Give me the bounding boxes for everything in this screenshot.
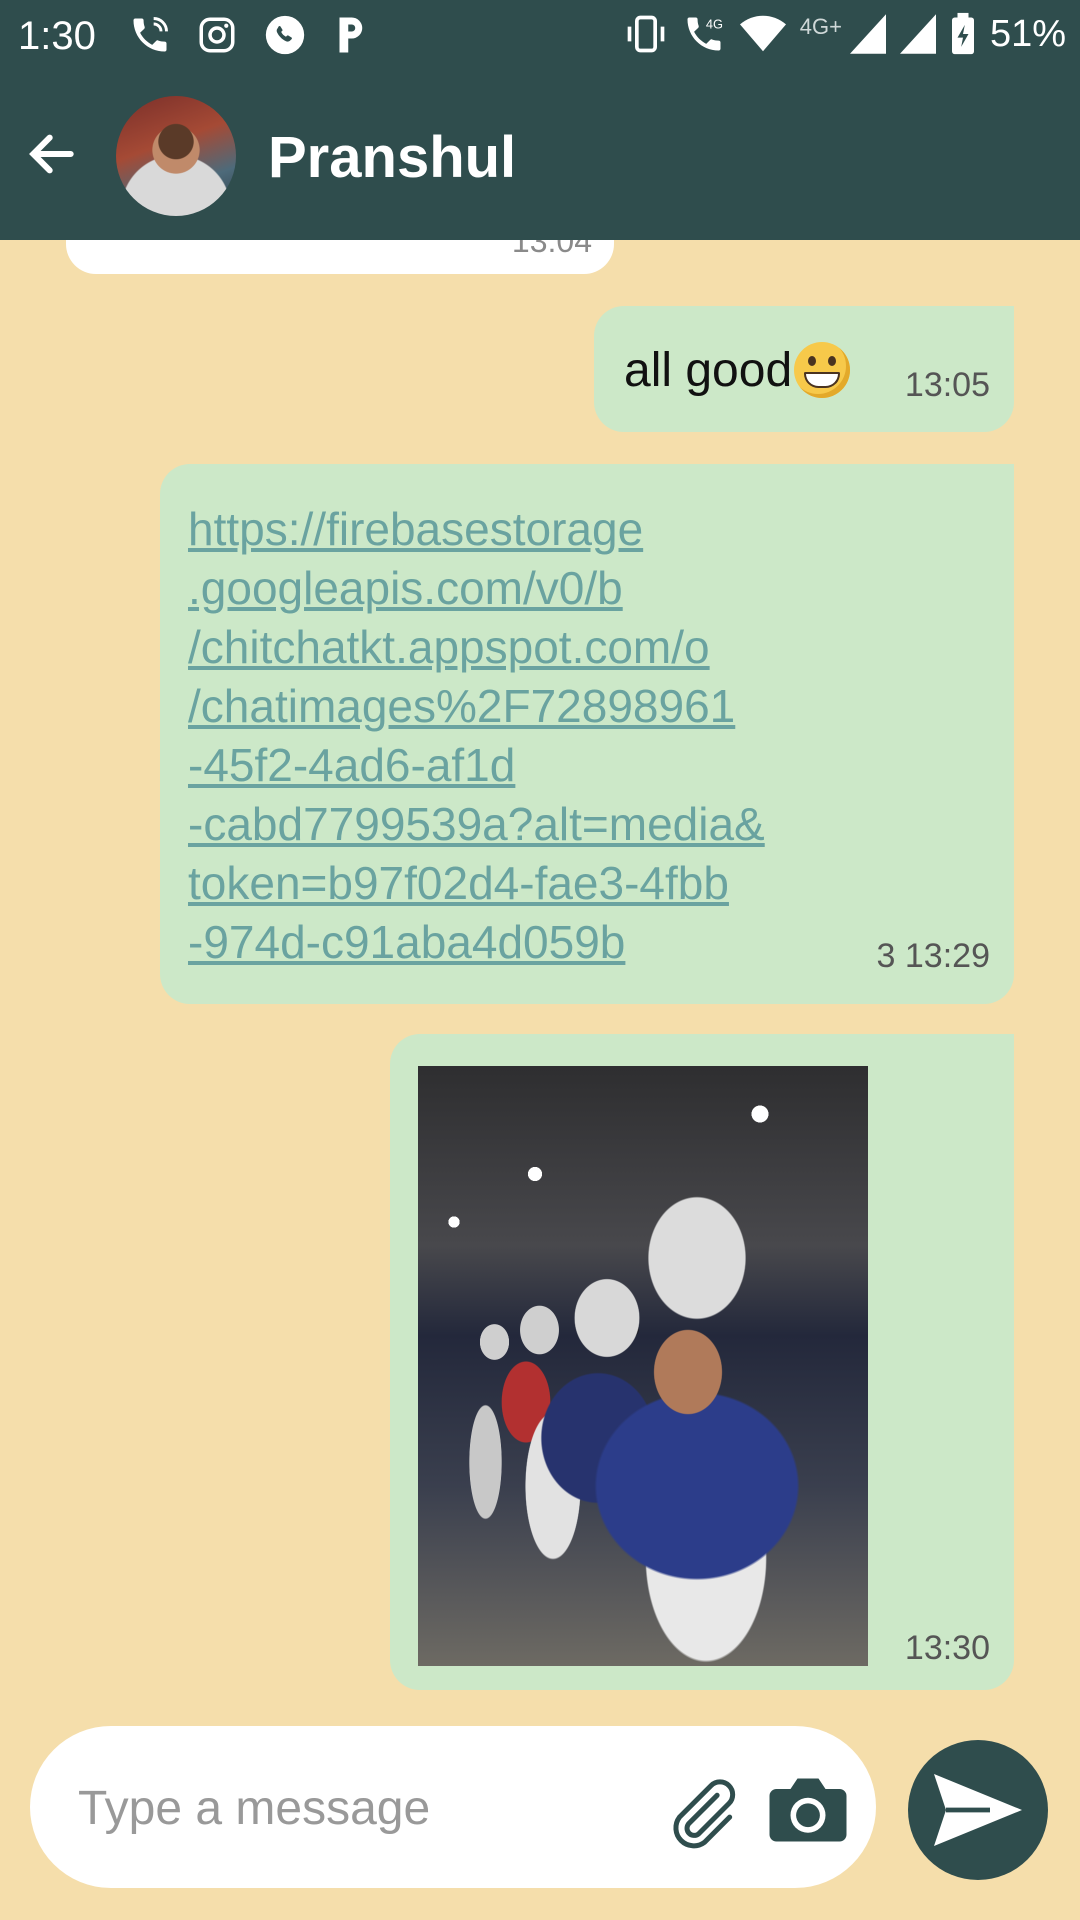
sent-image-bubble[interactable]: 13:30 [390, 1034, 1014, 1690]
link-line: -974d-c91aba4d059b [188, 916, 626, 968]
wifi-calling-icon [133, 17, 168, 52]
chat-header: Pranshul [0, 74, 1080, 240]
status-left-icons [128, 12, 368, 58]
status-right-icons: 4G 4G+ 51% [624, 12, 1066, 56]
avatar[interactable] [116, 96, 236, 216]
grinning-face-emoji-icon [794, 342, 851, 398]
link-line: -cabd7799539a?alt=media& [188, 798, 765, 850]
send-icon [934, 1774, 1022, 1846]
link-line: https://firebasestorage [188, 503, 644, 555]
volte-call-icon: 4G [687, 17, 723, 51]
sent-link-bubble[interactable]: https://firebasestorage .googleapis.com/… [160, 464, 1014, 1004]
paytm-icon [339, 17, 363, 53]
message-list[interactable]: 13:04 all good 13:05 https://firebasesto… [0, 240, 1080, 1712]
status-time: 1:30 [18, 14, 96, 58]
message-time: 13:30 [904, 1629, 990, 1667]
battery-charging-icon [951, 12, 974, 55]
link-line: /chatimages%2F72898961 [188, 680, 736, 732]
signal-icon [849, 14, 886, 54]
sent-message-bubble[interactable]: all good 13:05 [594, 306, 1014, 432]
message-text: all good [624, 343, 793, 397]
link-line: -45f2-4ad6-af1d [188, 739, 516, 791]
received-message-bubble[interactable]: 13:04 [66, 240, 614, 274]
status-bar: 1:30 4G 4G+ 51% [0, 0, 1080, 74]
instagram-icon [199, 17, 235, 53]
link-line: /chitchatkt.appspot.com/o [188, 621, 710, 673]
message-input[interactable] [76, 1772, 640, 1844]
whatsapp-icon [265, 15, 305, 55]
svg-text:4G: 4G [706, 17, 723, 32]
vibrate-icon [627, 15, 665, 53]
link-line: token=b97f02d4-fae3-4fbb [188, 857, 729, 909]
camera-icon[interactable] [766, 1774, 850, 1846]
contact-name[interactable]: Pranshul [268, 124, 516, 191]
signal-icon [899, 14, 936, 54]
message-link[interactable]: https://firebasestorage .googleapis.com/… [188, 500, 868, 972]
arrow-left-icon[interactable] [24, 126, 80, 182]
battery-percent: 51% [989, 12, 1066, 55]
message-composer [30, 1726, 876, 1888]
message-time: 3 13:29 [876, 937, 990, 975]
send-button[interactable] [908, 1740, 1048, 1880]
link-line: .googleapis.com/v0/b [188, 562, 623, 614]
message-time: 13:04 [511, 240, 592, 259]
network-type-label: 4G+ [799, 14, 842, 39]
wifi-icon [739, 15, 786, 52]
message-image[interactable] [418, 1066, 868, 1666]
message-time: 13:05 [904, 366, 990, 404]
paperclip-icon[interactable] [658, 1772, 744, 1858]
